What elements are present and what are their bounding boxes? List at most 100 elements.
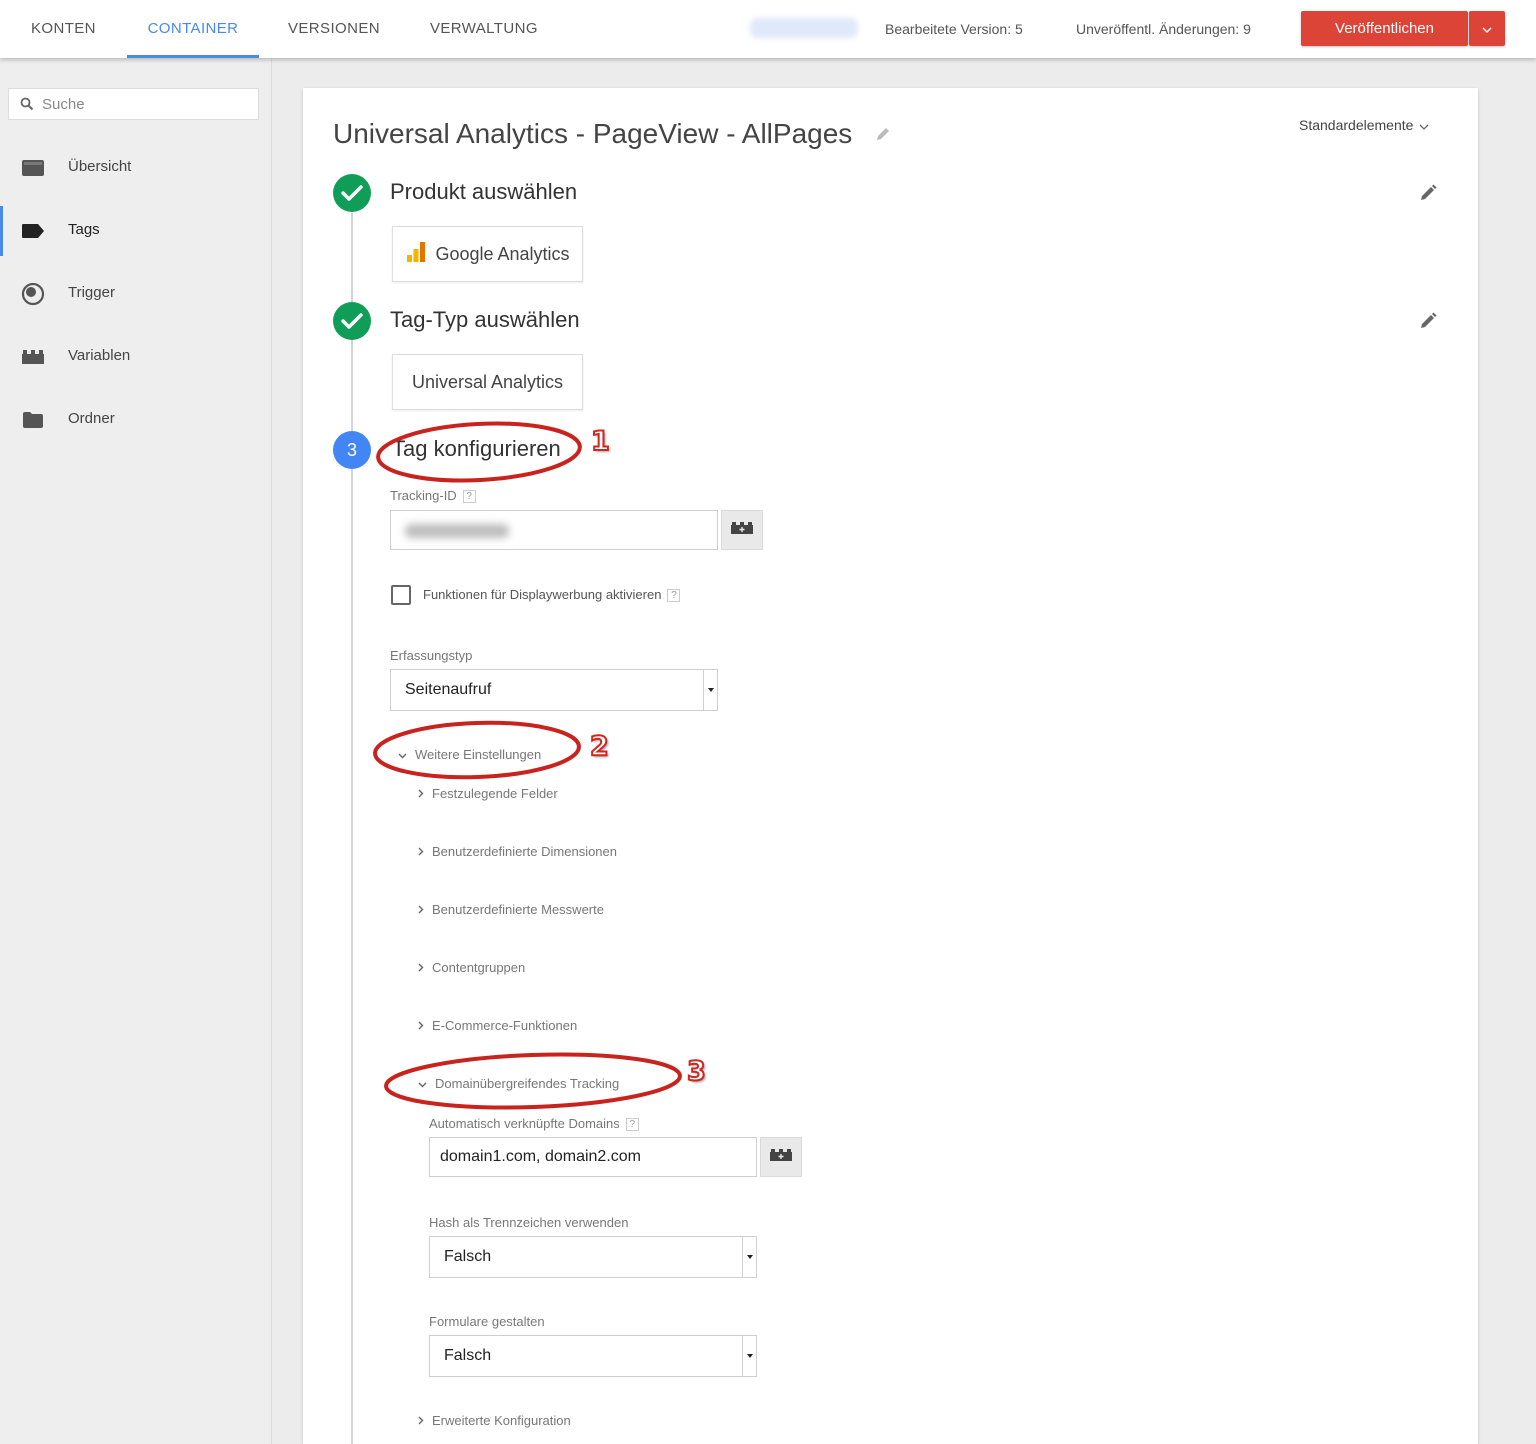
auto-link-domains-input[interactable]: [429, 1137, 757, 1177]
search-input[interactable]: [42, 93, 252, 115]
blurred-tracking-id: [405, 524, 509, 538]
chevron-right-icon: [418, 786, 424, 801]
sidebar-item-label: Trigger: [68, 284, 115, 301]
chevron-down-icon: [1419, 117, 1429, 133]
annotation-number-1: 1: [590, 425, 611, 458]
step-tag-type-title: Tag-Typ auswählen: [390, 307, 580, 332]
dropdown-arrow-icon: [742, 1237, 756, 1277]
subsection-custom-metrics[interactable]: Benutzerdefinierte Messwerte: [418, 902, 604, 917]
hash-separator-value: Falsch: [444, 1248, 492, 1265]
insert-variable-button[interactable]: [760, 1137, 802, 1177]
auto-link-domains-label-text: Automatisch verknüpfte Domains: [429, 1116, 620, 1131]
variables-icon: [20, 345, 46, 369]
insert-variable-button[interactable]: [721, 510, 763, 550]
advanced-config-toggle[interactable]: Erweiterte Konfiguration: [418, 1413, 571, 1428]
tracking-id-label: Tracking-ID?: [390, 488, 476, 503]
subsection-content-groups[interactable]: Contentgruppen: [418, 960, 525, 975]
annotation-ellipse-2: [373, 720, 581, 780]
sidebar-item-label: Ordner: [68, 410, 115, 427]
tag-type-name: Universal Analytics: [411, 371, 564, 392]
help-icon[interactable]: ?: [625, 1118, 639, 1131]
display-ads-checkbox[interactable]: [391, 585, 411, 605]
overview-icon: [20, 156, 46, 180]
nav-versionen[interactable]: VERSIONEN: [288, 0, 408, 58]
chevron-right-icon: [418, 844, 424, 859]
tag-title[interactable]: Universal Analytics - PageView - AllPage…: [333, 118, 852, 150]
dropdown-arrow-icon: [703, 670, 717, 710]
top-bar: KONTEN CONTAINER VERSIONEN VERWALTUNG Be…: [0, 0, 1536, 58]
display-ads-label-text: Funktionen für Displaywerbung aktivieren: [423, 587, 662, 602]
chevron-right-icon: [418, 1018, 424, 1033]
chevron-right-icon: [418, 902, 424, 917]
variable-brick-icon: [769, 1148, 793, 1167]
search-icon: [20, 97, 34, 116]
dropdown-arrow-icon: [742, 1336, 756, 1376]
sidebar-item-label: Übersicht: [68, 158, 132, 175]
subsection-label: E-Commerce-Funktionen: [432, 1018, 578, 1033]
hash-separator-select[interactable]: Falsch: [429, 1236, 757, 1278]
sidebar-item-overview[interactable]: Übersicht: [0, 143, 271, 193]
tag-editor-card: Universal Analytics - PageView - AllPage…: [303, 88, 1478, 1444]
nav-verwaltung[interactable]: VERWALTUNG: [430, 0, 560, 58]
subsection-custom-dimensions[interactable]: Benutzerdefinierte Dimensionen: [418, 844, 617, 859]
step-complete-check-icon: [333, 302, 371, 340]
tracking-id-label-text: Tracking-ID: [390, 488, 457, 503]
annotation-ellipse-3: [384, 1052, 682, 1110]
tag-icon: [20, 219, 46, 243]
product-chip-google-analytics[interactable]: Google Analytics: [392, 226, 583, 282]
subsection-label: Contentgruppen: [432, 960, 526, 975]
tracking-id-input[interactable]: [390, 510, 718, 550]
subsection-fields-to-set[interactable]: Festzulegende Felder: [418, 786, 558, 801]
edit-title-pencil-icon[interactable]: [875, 126, 891, 147]
unpublished-changes-info: Unveröffentl. Änderungen: 9: [1076, 21, 1251, 37]
blurred-workspace-name[interactable]: [750, 18, 858, 38]
subsection-ecommerce[interactable]: E-Commerce-Funktionen: [418, 1018, 577, 1033]
sidebar: Übersicht Tags Trigger Variablen Ordner: [0, 58, 272, 1444]
variable-brick-icon: [730, 521, 754, 540]
standard-elements-menu[interactable]: Standardelemente: [1299, 117, 1429, 133]
sidebar-item-tags[interactable]: Tags: [0, 206, 271, 256]
subsection-label: Benutzerdefinierte Messwerte: [432, 902, 604, 917]
help-icon[interactable]: ?: [667, 589, 681, 602]
step-number-badge: 3: [333, 431, 371, 469]
annotation-number-3: 3: [686, 1055, 707, 1088]
decorate-forms-select[interactable]: Falsch: [429, 1335, 757, 1377]
chevron-right-icon: [418, 1413, 424, 1428]
chevron-down-icon: [1482, 20, 1492, 38]
tag-type-chip-universal-analytics[interactable]: Universal Analytics: [392, 354, 583, 410]
capture-type-value: Seitenaufruf: [405, 681, 492, 698]
sidebar-item-folder[interactable]: Ordner: [0, 395, 271, 445]
steps-connector-line: [351, 213, 353, 1444]
trigger-icon: [20, 282, 46, 306]
product-name: Google Analytics: [435, 243, 570, 264]
help-icon[interactable]: ?: [462, 490, 476, 503]
folder-icon: [20, 408, 46, 432]
decorate-forms-value: Falsch: [444, 1347, 492, 1364]
publish-options-button[interactable]: [1469, 11, 1505, 46]
capture-type-select[interactable]: Seitenaufruf: [390, 669, 718, 711]
subsection-label: Benutzerdefinierte Dimensionen: [432, 844, 617, 859]
search-box[interactable]: [8, 88, 259, 120]
chevron-right-icon: [418, 960, 424, 975]
sidebar-item-label: Variablen: [68, 347, 131, 364]
display-ads-label: Funktionen für Displaywerbung aktivieren…: [423, 587, 681, 602]
edit-step-pencil-icon[interactable]: [1419, 312, 1437, 335]
annotation-number-2: 2: [589, 730, 610, 763]
sidebar-item-label: Tags: [68, 221, 100, 238]
top-navigation: KONTEN CONTAINER VERSIONEN VERWALTUNG: [0, 0, 560, 58]
step-product-title: Produkt auswählen: [390, 179, 578, 204]
capture-type-label: Erfassungstyp: [390, 648, 473, 663]
edit-step-pencil-icon[interactable]: [1419, 184, 1437, 207]
nav-container[interactable]: CONTAINER: [127, 0, 259, 58]
annotation-ellipse-1: [376, 421, 582, 483]
google-analytics-logo-icon: [405, 241, 427, 268]
nav-konten[interactable]: KONTEN: [31, 0, 127, 58]
standard-elements-label: Standardelemente: [1299, 117, 1414, 133]
auto-link-domains-label: Automatisch verknüpfte Domains?: [429, 1116, 639, 1131]
sidebar-item-trigger[interactable]: Trigger: [0, 269, 271, 319]
step-complete-check-icon: [333, 174, 371, 212]
subsection-label: Festzulegende Felder: [432, 786, 558, 801]
edited-version-info: Bearbeitete Version: 5: [885, 21, 1023, 37]
sidebar-item-variables[interactable]: Variablen: [0, 332, 271, 382]
publish-button[interactable]: Veröffentlichen: [1301, 11, 1468, 46]
